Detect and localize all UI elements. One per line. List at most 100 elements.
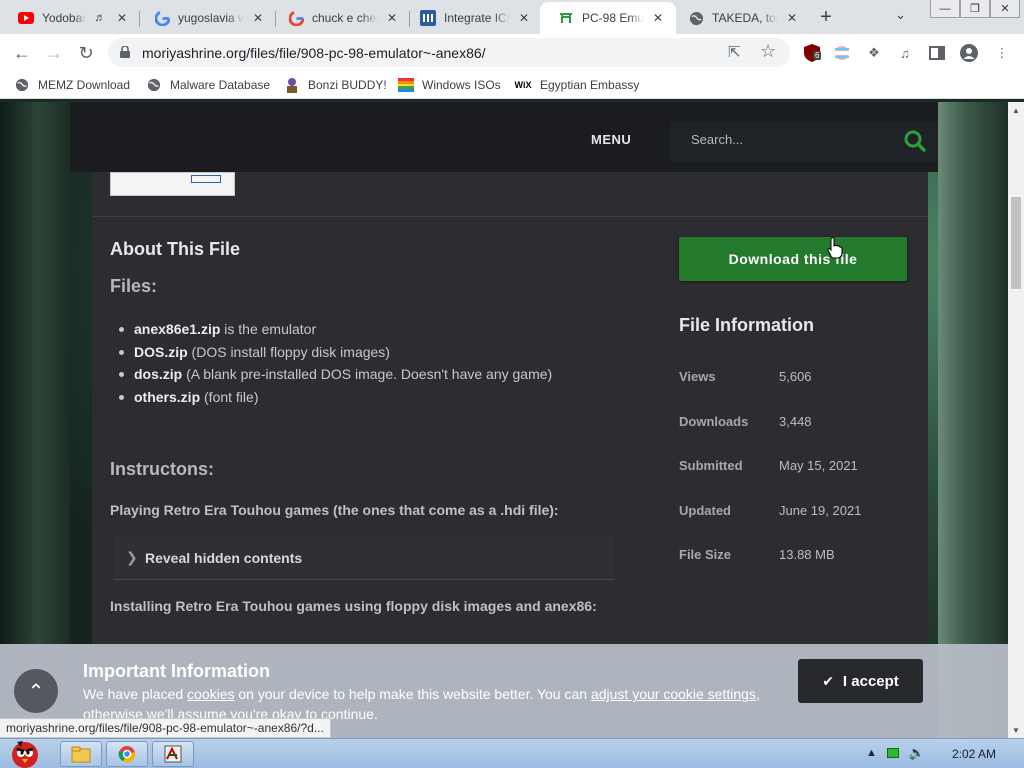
divider bbox=[92, 216, 928, 217]
reveal-hidden-contents-toggle[interactable]: ❯ Reveal hidden contents bbox=[114, 536, 614, 580]
reload-icon[interactable]: ↻ bbox=[74, 41, 98, 65]
forest-background-left bbox=[0, 102, 70, 738]
list-item: DOS.zip (DOS install floppy disk images) bbox=[118, 341, 552, 364]
address-bar[interactable]: moriyashrine.org/files/file/908-pc-98-em… bbox=[108, 38, 790, 67]
screenshot-thumbnail[interactable] bbox=[110, 172, 235, 196]
scrollbar-thumb[interactable] bbox=[1011, 197, 1021, 289]
flag-extension-icon[interactable] bbox=[832, 43, 852, 63]
bookmark-label: Bonzi BUDDY! bbox=[308, 78, 387, 92]
list-item: anex86e1.zip is the emulator bbox=[118, 318, 552, 341]
instructions-paragraph-floppy: Installing Retro Era Touhou games using … bbox=[110, 598, 597, 614]
page-viewport: MENU Search... About This File Files: an… bbox=[0, 102, 1008, 738]
share-icon[interactable]: ⇱ bbox=[728, 43, 741, 61]
bookmark-star-icon[interactable]: ☆ bbox=[760, 41, 776, 62]
minimize-button[interactable]: — bbox=[930, 0, 960, 18]
bookmark-label: MEMZ Download bbox=[38, 78, 131, 92]
folder-icon bbox=[71, 746, 91, 763]
file-description: (A blank pre-installed DOS image. Doesn'… bbox=[182, 366, 553, 382]
forest-background-right bbox=[938, 102, 1008, 738]
list-item: others.zip (font file) bbox=[118, 386, 552, 409]
speaker-icon[interactable]: ♬ bbox=[92, 10, 108, 26]
tab-takeda[interactable]: TAKEDA, tos ✕ bbox=[670, 2, 810, 34]
close-window-button[interactable]: ✕ bbox=[990, 0, 1020, 18]
lock-icon[interactable] bbox=[120, 46, 130, 58]
page-scrollbar[interactable]: ▲ ▼ bbox=[1008, 102, 1024, 738]
kebab-menu-icon[interactable]: ⋮ bbox=[992, 43, 1012, 63]
tab-search-chevron-icon[interactable]: ⌄ bbox=[895, 7, 906, 23]
side-panel-icon[interactable] bbox=[927, 43, 947, 63]
tab-chuck-e-cheese[interactable]: chuck e chee ✕ bbox=[270, 2, 410, 34]
about-heading: About This File bbox=[110, 239, 240, 259]
bookmark-windows-isos[interactable]: Windows ISOs bbox=[398, 76, 501, 94]
scroll-to-top-button[interactable]: ⌃ bbox=[14, 669, 58, 713]
close-icon[interactable]: ✕ bbox=[784, 10, 800, 26]
menu-button[interactable]: MENU bbox=[591, 132, 631, 147]
tray-expand-icon[interactable]: ▲ bbox=[866, 747, 877, 759]
info-label: File Size bbox=[679, 547, 732, 562]
bookmark-label: Malware Database bbox=[170, 78, 271, 92]
new-tab-button[interactable]: + bbox=[814, 6, 838, 28]
app-icon bbox=[164, 745, 182, 763]
file-name: DOS.zip bbox=[134, 343, 188, 360]
scroll-up-arrow-icon[interactable]: ▲ bbox=[1008, 102, 1024, 118]
restore-button[interactable]: ❐ bbox=[960, 0, 990, 18]
url-text[interactable]: moriyashrine.org/files/file/908-pc-98-em… bbox=[142, 45, 486, 61]
status-bar-url: moriyashrine.org/files/file/908-pc-98-em… bbox=[0, 718, 331, 738]
bookmark-memz-download[interactable]: MEMZ Download bbox=[14, 76, 130, 94]
integrate-icon bbox=[420, 10, 436, 26]
forward-arrow-icon[interactable]: → bbox=[42, 41, 66, 65]
profile-avatar-icon[interactable] bbox=[959, 43, 979, 63]
info-value: 5,606 bbox=[779, 369, 812, 384]
close-icon[interactable]: ✕ bbox=[384, 10, 400, 26]
bookmark-malware-database[interactable]: Malware Database bbox=[146, 76, 270, 94]
download-file-button[interactable]: Download this file bbox=[679, 237, 907, 281]
ublock-extension-icon[interactable]: 6 bbox=[802, 43, 822, 63]
back-arrow-icon[interactable]: ← bbox=[10, 41, 34, 65]
search-icon[interactable] bbox=[904, 130, 926, 152]
file-description: is the emulator bbox=[220, 321, 317, 337]
close-icon[interactable]: ✕ bbox=[250, 10, 266, 26]
tab-pc98-emulator[interactable]: PC-98 Emula ✕ bbox=[540, 2, 676, 34]
close-icon[interactable]: ✕ bbox=[516, 10, 532, 26]
close-icon[interactable]: ✕ bbox=[114, 10, 130, 26]
windows-taskbar: ▲ 🔈 2:02 AM bbox=[0, 738, 1024, 768]
start-button-angry-bird-icon[interactable] bbox=[2, 733, 48, 768]
site-search-box[interactable]: Search... bbox=[670, 122, 938, 162]
file-name: others.zip bbox=[134, 388, 201, 405]
media-controls-icon[interactable]: ♫ bbox=[895, 43, 915, 63]
info-row-downloads: Downloads 3,448 bbox=[679, 414, 909, 458]
bookmark-bonzi-buddy[interactable]: Bonzi BUDDY! bbox=[284, 76, 387, 94]
system-tray: ▲ 🔈 bbox=[866, 745, 925, 761]
globe-icon bbox=[688, 10, 704, 26]
taskbar-clock[interactable]: 2:02 AM bbox=[952, 747, 996, 761]
puzzle-extensions-icon[interactable]: ❖ bbox=[864, 43, 884, 63]
cookies-link[interactable]: cookies bbox=[187, 686, 234, 702]
file-list: anex86e1.zip is the emulator DOS.zip (DO… bbox=[118, 318, 553, 409]
tab-title: yugoslavia w bbox=[178, 11, 244, 25]
tab-yugoslavia[interactable]: yugoslavia w ✕ bbox=[136, 2, 276, 34]
taskbar-app[interactable] bbox=[152, 741, 194, 767]
tab-yodobashi[interactable]: Yodobashi ♬ ✕ bbox=[0, 2, 140, 34]
bookmark-egyptian-embassy[interactable]: WiX Egyptian Embassy bbox=[514, 76, 640, 94]
file-name: dos.zip bbox=[134, 366, 183, 382]
tab-integrate[interactable]: Integrate ICH ✕ bbox=[402, 2, 542, 34]
taskbar-chrome[interactable] bbox=[106, 741, 148, 767]
file-description: (DOS install floppy disk images) bbox=[187, 343, 390, 360]
file-information-heading: File Information bbox=[679, 315, 814, 335]
close-icon[interactable]: ✕ bbox=[650, 10, 666, 26]
accept-cookies-button[interactable]: ✔ I accept bbox=[798, 659, 923, 703]
spoiler-label: Reveal hidden contents bbox=[145, 550, 303, 566]
cookie-settings-link[interactable]: adjust your cookie settings bbox=[591, 686, 756, 702]
scroll-down-arrow-icon[interactable]: ▼ bbox=[1008, 722, 1024, 738]
tab-title: PC-98 Emula bbox=[582, 11, 644, 25]
instructions-heading: Instructons: bbox=[110, 459, 215, 479]
search-placeholder[interactable]: Search... bbox=[691, 132, 743, 147]
hand-cursor-icon bbox=[827, 237, 843, 259]
info-value: June 19, 2021 bbox=[779, 503, 862, 518]
taskbar-explorer[interactable] bbox=[60, 741, 102, 767]
site-header: MENU Search... bbox=[70, 102, 938, 172]
info-row-updated: Updated June 19, 2021 bbox=[679, 503, 909, 547]
info-label: Updated bbox=[679, 503, 731, 518]
network-icon[interactable] bbox=[886, 748, 899, 758]
volume-icon[interactable]: 🔈 bbox=[909, 745, 925, 761]
